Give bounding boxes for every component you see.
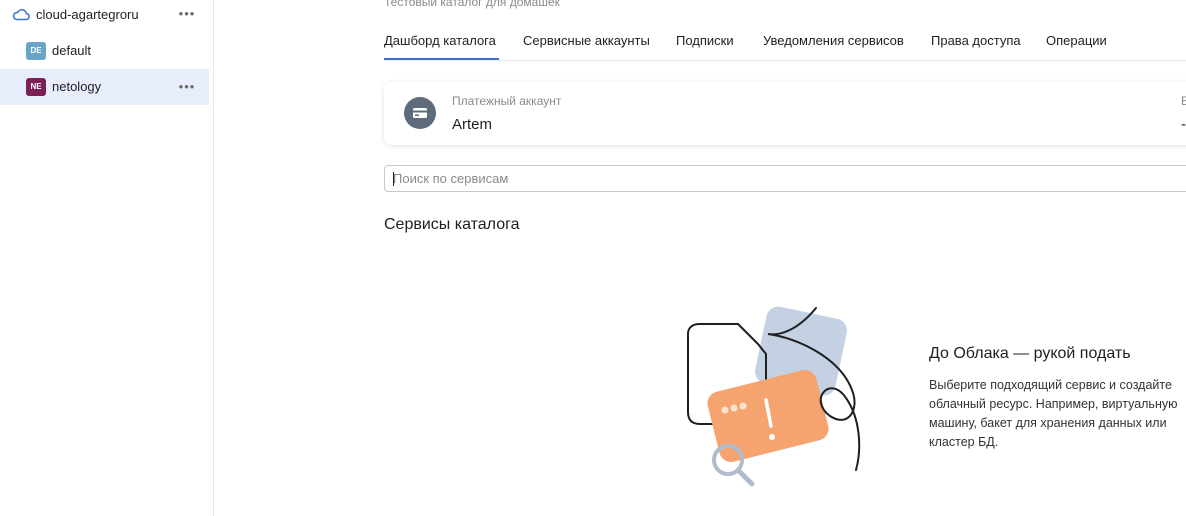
cloud-row[interactable]: cloud-agartegroru ••• xyxy=(0,0,213,32)
tab-dashboard[interactable]: Дашборд каталога xyxy=(384,33,496,48)
section-title: Сервисы каталога xyxy=(384,216,520,233)
credit-card-icon xyxy=(404,97,436,129)
tab-service-notifications[interactable]: Уведомления сервисов xyxy=(763,33,904,48)
billing-balance-value: - xyxy=(1181,116,1186,133)
search-input[interactable] xyxy=(393,166,1183,191)
active-tab-indicator xyxy=(384,58,499,60)
empty-state-illustration xyxy=(687,306,861,487)
tab-service-accounts[interactable]: Сервисные аккаунты xyxy=(523,33,650,48)
folder-more-icon[interactable]: ••• xyxy=(178,79,196,95)
cloud-icon xyxy=(12,8,30,21)
service-search[interactable] xyxy=(384,165,1186,192)
folder-badge: DE xyxy=(26,42,46,60)
empty-state-title: До Облака — рукой подать xyxy=(929,345,1131,362)
billing-account-card[interactable]: Платежный аккаунт Artem Б - xyxy=(384,82,1186,145)
page-subtitle: Тестовый каталог для домашек xyxy=(384,0,560,9)
empty-state-text: Выберите подходящий сервис и создайте об… xyxy=(929,378,1178,449)
billing-account-value: Artem xyxy=(452,116,493,133)
folder-badge: NE xyxy=(26,78,46,96)
sidebar-item-default[interactable]: DE default xyxy=(0,33,209,69)
billing-account-label: Платежный аккаунт xyxy=(452,94,562,108)
folder-label: default xyxy=(52,43,92,58)
sidebar: cloud-agartegroru ••• DE default NE neto… xyxy=(0,0,214,516)
billing-balance-label: Б xyxy=(1181,94,1186,108)
folder-label: netology xyxy=(52,79,102,94)
cloud-more-icon[interactable]: ••• xyxy=(178,6,196,22)
tab-subscriptions[interactable]: Подписки xyxy=(676,33,734,48)
cloud-name: cloud-agartegroru xyxy=(36,7,139,22)
sidebar-item-netology[interactable]: NE netology ••• xyxy=(0,69,209,105)
tab-operations[interactable]: Операции xyxy=(1046,33,1107,48)
tab-bar: Дашборд каталога Сервисные аккаунты Подп… xyxy=(384,28,1186,61)
tab-access-rights[interactable]: Права доступа xyxy=(931,33,1021,48)
